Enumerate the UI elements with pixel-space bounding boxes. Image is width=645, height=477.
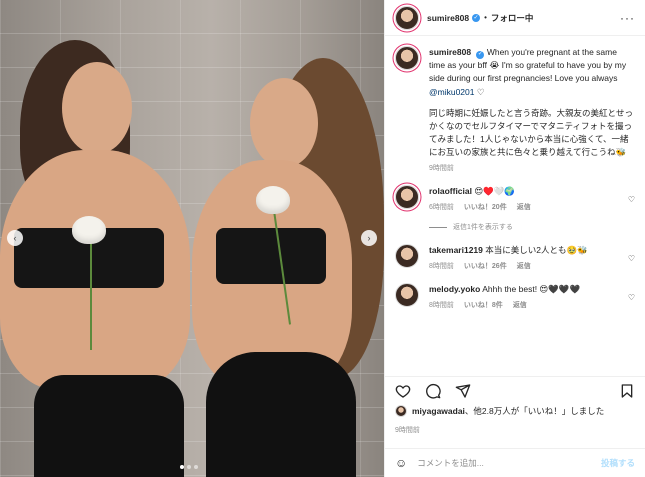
caption-meta: 9時間前 — [429, 164, 635, 175]
left-rose — [72, 216, 106, 244]
author-avatar[interactable] — [395, 5, 419, 30]
prev-image-button[interactable]: ‹ — [7, 230, 23, 246]
author-avatar[interactable] — [395, 46, 419, 70]
comment-username[interactable]: rolaofficial — [429, 186, 472, 196]
caption-mention[interactable]: @miku0201 — [429, 87, 474, 97]
post-time: 9時間前 — [395, 427, 420, 434]
separator-dot: • — [484, 13, 487, 22]
liker-username[interactable]: miyagawadai — [412, 406, 465, 416]
comment-meta: 6時間前 いいね！20件 返信 — [429, 203, 624, 214]
right-rose — [256, 186, 290, 214]
comment-likes[interactable]: いいね！26件 — [464, 262, 507, 273]
caption-body: sumire808 ✓ When you're pregnant at the … — [429, 46, 635, 175]
carousel-dot — [194, 465, 198, 469]
carousel-dots — [180, 465, 198, 469]
comment-reply-button[interactable]: 返信 — [513, 301, 527, 312]
comment-heart-icon[interactable]: ♡ — [628, 195, 635, 204]
comment-time: 6時間前 — [429, 204, 454, 212]
likes-summary[interactable]: miyagawadai 、他2.8万人が「いいね！」しました — [395, 405, 604, 417]
verified-icon: ✓ — [476, 50, 485, 59]
emoji-icon[interactable]: ☺ — [395, 456, 407, 470]
commenter-avatar[interactable] — [395, 185, 419, 210]
heart-icon[interactable] — [395, 383, 411, 399]
right-woman-face — [250, 78, 318, 168]
verified-icon: ✓ — [472, 13, 481, 22]
next-image-button[interactable]: › — [361, 230, 377, 246]
commenter-avatar[interactable] — [395, 283, 419, 308]
share-icon[interactable] — [455, 383, 471, 399]
comment-body: melody.yoko Ahhh the best! 😍🖤🖤🖤 8時間前 いいね… — [429, 283, 624, 312]
comment-reply-button[interactable]: 返信 — [517, 262, 531, 273]
comment-meta: 8時間前 いいね！8件 返信 — [429, 301, 624, 312]
carousel-dot — [180, 465, 184, 469]
comment-heart-icon[interactable]: ♡ — [628, 293, 635, 302]
comment-icon[interactable] — [425, 383, 441, 399]
comment-username[interactable]: melody.yoko — [429, 284, 480, 294]
commenter-avatar[interactable] — [395, 244, 419, 269]
caption-username[interactable]: sumire808 — [429, 47, 471, 57]
post-photo[interactable]: ‹ › — [0, 0, 384, 477]
comment-item: takemari1219 本当に美しい2人とも🥹🐝 8時間前 いいね！26件 返… — [395, 244, 635, 273]
author-username[interactable]: sumire808 — [427, 13, 469, 23]
comments-list: sumire808 ✓ When you're pregnant at the … — [385, 36, 645, 372]
comment-heart-icon[interactable]: ♡ — [628, 254, 635, 263]
comment-text: 😍♥️🤍🌍 — [474, 186, 515, 197]
view-replies-button[interactable]: 返信1件を表示する — [429, 222, 635, 232]
liker-avatar — [395, 405, 407, 417]
caption-text-jp: 同じ時期に妊娠したと言う奇跡。大親友の美紅とせっかくなのでセルフタイマーでマタニ… — [429, 107, 634, 158]
post-header: sumire808 ✓ • フォロー中 ··· — [385, 0, 645, 36]
comment-likes[interactable]: いいね！20件 — [464, 203, 507, 214]
comment-item: melody.yoko Ahhh the best! 😍🖤🖤🖤 8時間前 いいね… — [395, 283, 635, 312]
post-sidebar: sumire808 ✓ • フォロー中 ··· sumire808 ✓ When… — [384, 0, 645, 477]
post-modal: ‹ › sumire808 ✓ • フォロー中 ··· sumire808 ✓ — [0, 0, 645, 477]
comment-body: takemari1219 本当に美しい2人とも🥹🐝 8時間前 いいね！26件 返… — [429, 244, 624, 273]
comment-reply-button[interactable]: 返信 — [517, 203, 531, 214]
view-replies-label[interactable]: 返信1件を表示する — [453, 222, 513, 232]
replies-line — [429, 226, 447, 228]
action-bar — [385, 376, 645, 400]
right-woman-top — [216, 228, 326, 284]
carousel-dot — [187, 465, 191, 469]
comment-item: rolaofficial 😍♥️🤍🌍 6時間前 いいね！20件 返信 ♡ — [395, 185, 635, 214]
left-woman-pants — [34, 375, 184, 477]
caption-time: 9時間前 — [429, 165, 454, 173]
add-comment-bar: ☺ コメントを追加... 投稿する — [385, 448, 645, 477]
caption-heart: ♡ — [476, 86, 485, 97]
comment-time: 8時間前 — [429, 263, 454, 271]
comment-meta: 8時間前 いいね！26件 返信 — [429, 262, 624, 273]
comment-body: rolaofficial 😍♥️🤍🌍 6時間前 いいね！20件 返信 — [429, 185, 624, 214]
post-comment-button[interactable]: 投稿する — [601, 457, 635, 469]
comment-username[interactable]: takemari1219 — [429, 245, 483, 255]
comment-likes[interactable]: いいね！8件 — [464, 301, 503, 312]
left-woman-face — [62, 62, 132, 154]
likes-count-text: 、他2.8万人が「いいね！」しました — [464, 406, 605, 416]
more-icon[interactable]: ··· — [620, 11, 635, 25]
comment-text: 本当に美しい2人とも🥹🐝 — [485, 245, 588, 256]
comment-text: Ahhh the best! 😍🖤🖤🖤 — [482, 284, 581, 295]
bookmark-icon[interactable] — [619, 383, 635, 399]
comment-time: 8時間前 — [429, 302, 454, 310]
left-rose-stem — [90, 240, 92, 350]
following-button[interactable]: フォロー中 — [491, 12, 534, 24]
caption: sumire808 ✓ When you're pregnant at the … — [395, 46, 635, 175]
right-woman-pants — [206, 352, 356, 477]
comment-input[interactable]: コメントを追加... — [417, 457, 601, 469]
